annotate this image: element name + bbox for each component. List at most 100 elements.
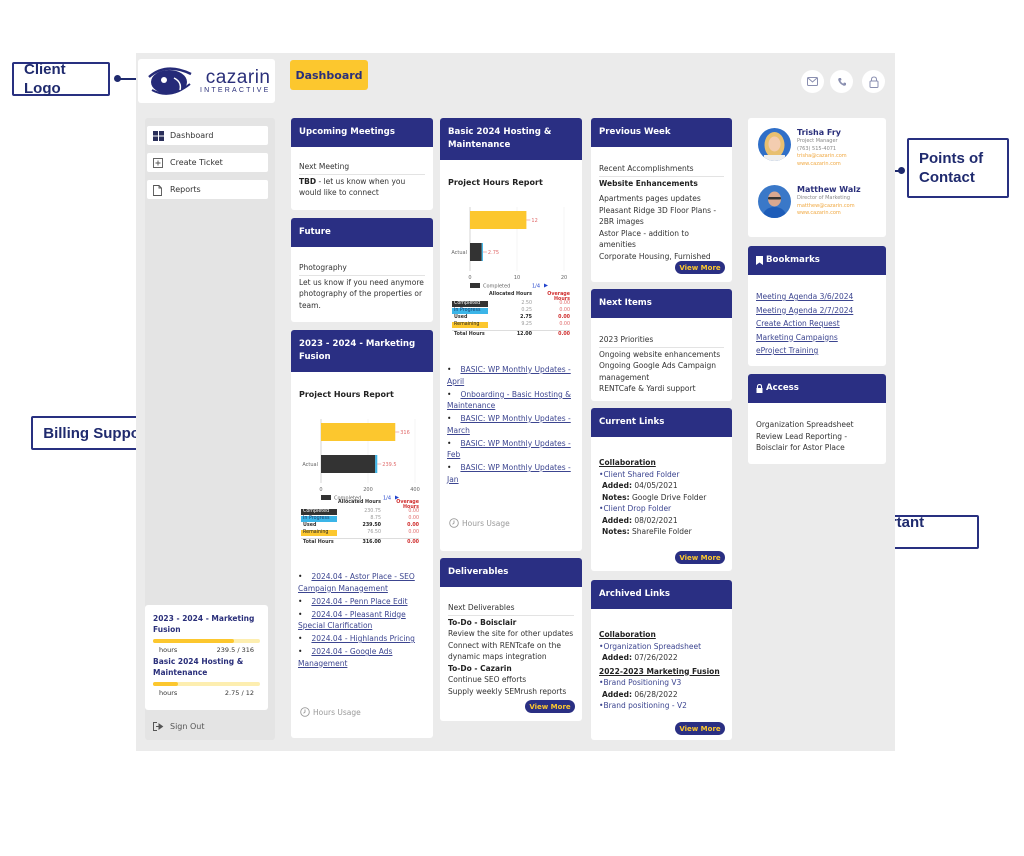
chart-data-label: 12 xyxy=(531,218,537,224)
table-row-label: Remaining xyxy=(452,321,488,328)
usage-progress-bar xyxy=(153,639,260,643)
contact-phone[interactable]: (763) 515-4071 xyxy=(797,146,847,154)
mail-button[interactable] xyxy=(801,70,824,93)
priority-line: RENTCafe & Yardi support xyxy=(599,384,696,393)
points-of-contact-card: Trisha Fry Project Manager (763) 515-407… xyxy=(748,118,886,237)
phone-button[interactable] xyxy=(830,70,853,93)
hours-usage-button[interactable]: Hours Usage xyxy=(449,518,510,528)
view-more-button[interactable]: View More xyxy=(675,722,725,735)
chart-bar-allocated xyxy=(470,211,527,229)
priority-line: Ongoing Google Ads Campaign management xyxy=(599,361,716,382)
link-item[interactable]: •Brand positioning - V2 xyxy=(599,700,724,712)
chart-category-label: Actual xyxy=(302,462,318,468)
task-link[interactable]: BASIC: WP Monthly Updates - April xyxy=(447,365,571,386)
card-header: 2023 - 2024 - Marketing Fusion xyxy=(291,330,433,372)
chart-legend-pager: 1/4 xyxy=(532,284,540,290)
table-row: In Progress 0.25 0.00 xyxy=(452,307,570,314)
link-name[interactable]: Organization Spreadsheet xyxy=(603,642,701,651)
view-more-button[interactable]: View More xyxy=(675,261,725,274)
access-item: Review Lead Reporting - Boisclair for As… xyxy=(756,431,848,453)
link-item[interactable]: •Brand Positioning V3 xyxy=(599,677,724,689)
sidebar-item-reports[interactable]: Reports xyxy=(147,180,268,199)
link-name[interactable]: Brand positioning - V2 xyxy=(603,701,686,710)
sidebar-item-create-ticket[interactable]: Create Ticket xyxy=(147,153,268,172)
task-link[interactable]: BASIC: WP Monthly Updates - March xyxy=(447,414,571,435)
card-title: Access xyxy=(766,383,799,393)
chart-bar-allocated xyxy=(321,423,396,441)
task-link[interactable]: BASIC: WP Monthly Updates - Jan xyxy=(447,463,571,484)
todo-line: Connect with RENTcafe on the dynamic map… xyxy=(448,640,561,662)
link-item[interactable]: •Client Drop Folder xyxy=(599,503,724,515)
view-more-button[interactable]: View More xyxy=(675,551,725,564)
current-links-card: Current Links Collaboration •Client Shar… xyxy=(591,408,732,571)
table-cell-overage: 0.00 xyxy=(559,308,570,313)
hours-usage-label: Hours Usage xyxy=(462,518,510,528)
link-name[interactable]: Brand Positioning V3 xyxy=(603,678,681,687)
link-name[interactable]: Client Drop Folder xyxy=(603,504,671,513)
access-card: Access Organization Spreadsheet Review L… xyxy=(748,374,886,464)
project-hours-chart: 0 200 400316239.5ActualCompleted 1/4 xyxy=(302,419,420,502)
link-category: 2022-2023 Marketing Fusion xyxy=(599,666,720,676)
sign-out-button[interactable]: Sign Out xyxy=(153,722,205,731)
table-cell-allocated: 316.00 xyxy=(362,539,381,545)
task-link[interactable]: 2024.04 - Penn Place Edit xyxy=(311,597,407,606)
lock-icon xyxy=(869,75,878,88)
table-row: Used 239.50 0.00 xyxy=(301,522,419,529)
link-name[interactable]: Client Shared Folder xyxy=(603,470,679,479)
contact-name: Matthew Walz xyxy=(797,185,861,194)
table-header: Allocated Hours Overage Hours xyxy=(452,292,570,302)
clock-icon xyxy=(300,707,310,717)
task-link-item: BASIC: WP Monthly Updates - April xyxy=(447,364,575,387)
contact-website[interactable]: www.cazarin.com xyxy=(797,210,861,218)
deliverables-card: Deliverables Next Deliverables To-Do - B… xyxy=(440,558,582,721)
contact-card: Matthew Walz Director of Marketing matth… xyxy=(758,185,861,218)
contact-email[interactable]: trisha@cazarin.com xyxy=(797,153,847,161)
task-link[interactable]: 2024.04 - Google Ads Management xyxy=(298,647,392,668)
card-header: Previous Week xyxy=(591,118,732,147)
task-link[interactable]: 2024.04 - Highlands Pricing xyxy=(311,634,415,643)
link-item[interactable]: •Organization Spreadsheet xyxy=(599,641,724,653)
bookmark-link[interactable]: Meeting Agenda 2/7/2024 xyxy=(756,304,878,318)
contact-email[interactable]: matthew@cazarin.com xyxy=(797,203,861,211)
task-link[interactable]: 2024.04 - Pleasant Ridge Special Clarifi… xyxy=(298,610,406,631)
chart-category-label: Actual xyxy=(451,250,467,256)
dashboard-title-button[interactable]: Dashboard xyxy=(290,60,368,90)
contact-website[interactable]: www.cazarin.com xyxy=(797,161,847,169)
task-link[interactable]: Onboarding - Basic Hosting & Maintenance xyxy=(447,390,571,411)
callout-client-logo: Client Logo xyxy=(12,61,110,97)
hours-usage-button[interactable]: Hours Usage xyxy=(300,707,361,717)
usage-progress-fill xyxy=(153,682,178,686)
phone-icon xyxy=(837,77,846,86)
bookmark-link[interactable]: Create Action Request xyxy=(756,317,878,331)
contact-name: Trisha Fry xyxy=(797,128,842,137)
task-link[interactable]: BASIC: WP Monthly Updates - Feb xyxy=(447,439,571,460)
link-item[interactable]: •Client Shared Folder xyxy=(599,469,724,481)
todo-heading: To-Do - Boisclair xyxy=(448,617,517,627)
chart-tick-label: 20 xyxy=(561,275,567,281)
task-link-item: BASIC: WP Monthly Updates - Feb xyxy=(447,438,575,461)
sidebar-item-label: Dashboard xyxy=(170,131,214,140)
card-title: Basic 2024 Hosting & Maintenance xyxy=(448,127,552,150)
table-header-cell: Allocated Hours xyxy=(489,292,532,297)
task-link[interactable]: 2024.04 - Astor Place - SEO Campaign Man… xyxy=(298,572,415,593)
usage-project-title[interactable]: Basic 2024 Hosting & Maintenance xyxy=(153,656,260,678)
sidebar-item-label: Reports xyxy=(170,185,201,194)
meeting-status: TBD xyxy=(299,176,317,186)
bookmark-link[interactable]: Meeting Agenda 3/6/2024 xyxy=(756,290,878,304)
card-subtitle: Next Meeting xyxy=(299,161,425,175)
link-added: Added: 06/28/2022 xyxy=(602,689,678,699)
usage-project-title[interactable]: 2023 - 2024 - Marketing Fusion xyxy=(153,613,260,635)
bookmark-link[interactable]: eProject Training xyxy=(756,344,878,358)
chart-data-label: 2.75 xyxy=(488,250,499,256)
table-row: In Progress 8.75 0.00 xyxy=(301,515,419,522)
sidebar-item-dashboard[interactable]: Dashboard xyxy=(147,126,268,145)
card-header: Upcoming Meetings xyxy=(291,118,433,147)
view-more-button[interactable]: View More xyxy=(525,700,575,713)
bookmark-list: Meeting Agenda 3/6/2024 Meeting Agenda 2/… xyxy=(748,275,886,366)
table-row-label: Completed xyxy=(452,300,488,307)
client-logo[interactable]: cazarin INTERACTIVE xyxy=(138,59,275,103)
sign-out-label: Sign Out xyxy=(170,722,205,731)
bookmark-link[interactable]: Marketing Campaigns xyxy=(756,331,878,345)
account-button[interactable] xyxy=(862,70,885,93)
task-link-item: 2024.04 - Penn Place Edit xyxy=(298,596,426,608)
